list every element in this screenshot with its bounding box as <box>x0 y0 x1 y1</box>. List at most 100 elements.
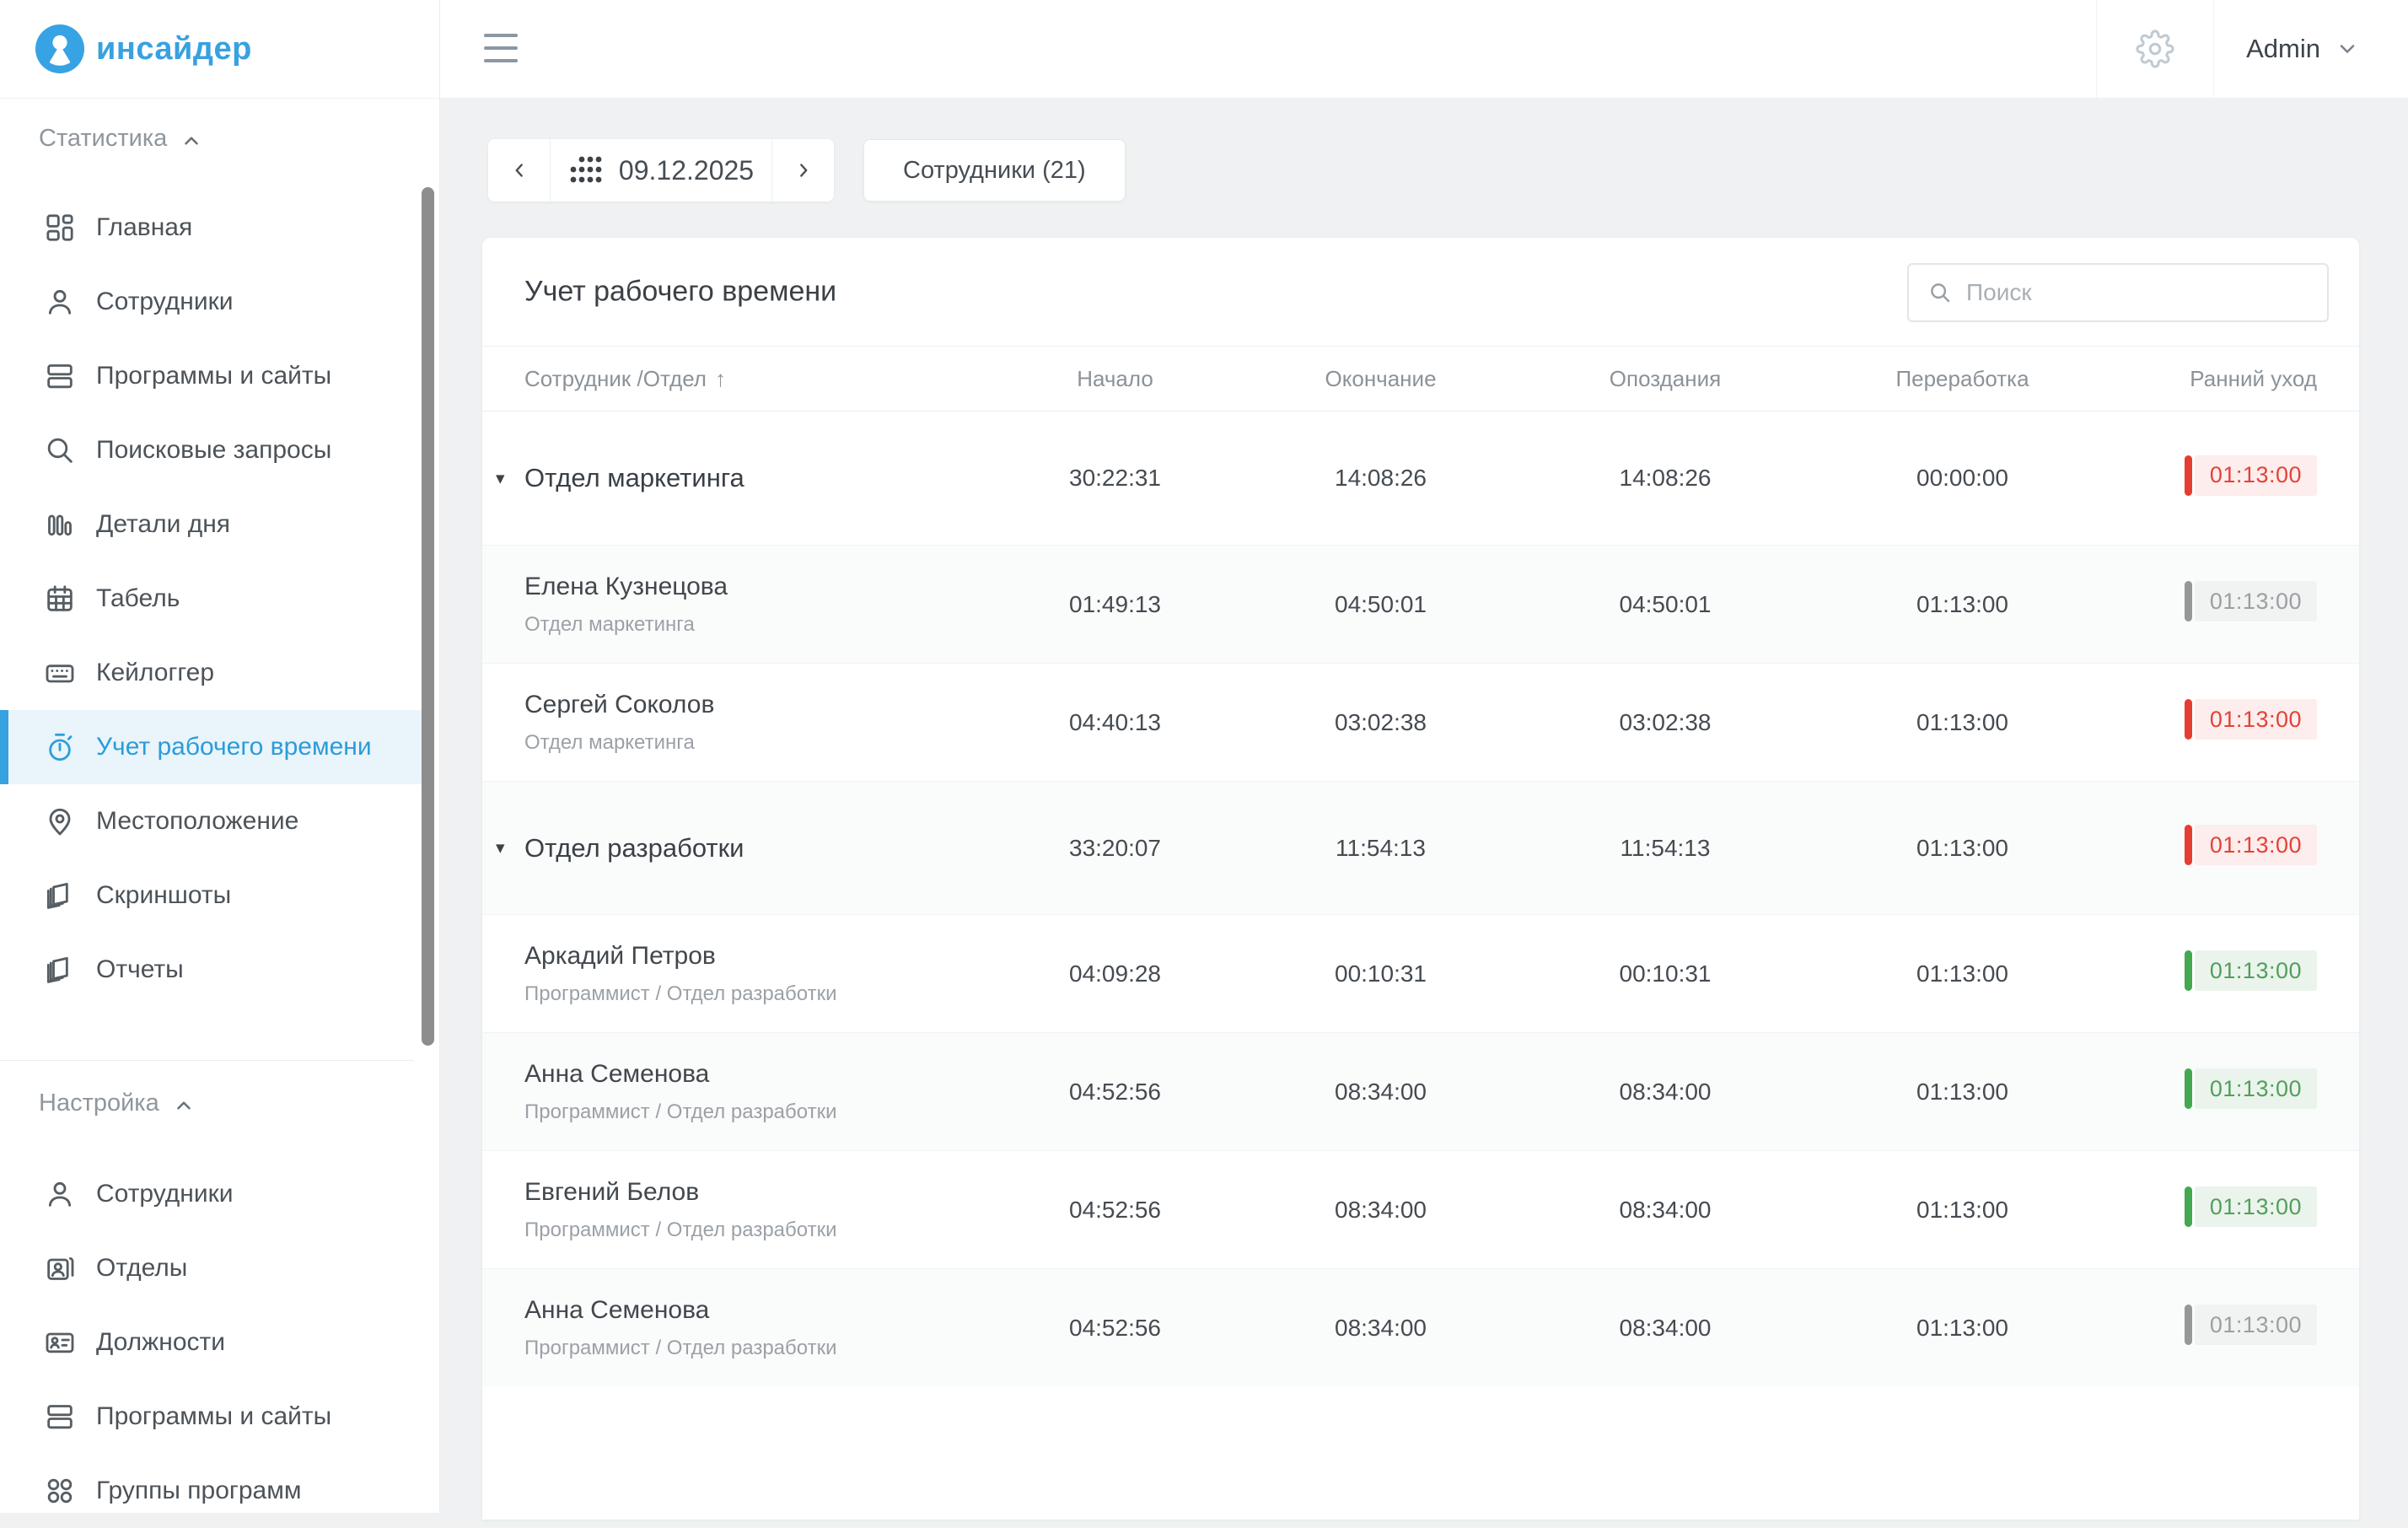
chevron-right-icon <box>793 159 814 181</box>
column-header-end[interactable]: Окончание <box>1325 366 1436 392</box>
overtime: 00:00:00 <box>1916 465 2008 492</box>
search-icon <box>1927 280 1953 305</box>
overtime: 01:13:00 <box>1916 1197 2008 1224</box>
start-time: 04:09:28 <box>1069 960 1161 987</box>
sidebar-item-search-queries[interactable]: Поисковые запросы <box>0 413 425 487</box>
end-time: 08:34:00 <box>1335 1079 1427 1106</box>
apps-rows-icon <box>42 1399 78 1434</box>
menu-icon[interactable] <box>484 34 518 62</box>
sort-asc-icon: ↑ <box>715 366 726 391</box>
brand[interactable]: инсайдер <box>0 0 439 99</box>
date-next-button[interactable] <box>771 139 834 202</box>
end-time: 03:02:38 <box>1335 709 1427 736</box>
sidebar-item-keylogger[interactable]: Кейлоггер <box>0 636 425 710</box>
column-header-overtime[interactable]: Переработка <box>1895 366 2029 392</box>
sidebar-item-settings-programs[interactable]: Программы и сайты <box>0 1380 425 1454</box>
start-time: 04:52:56 <box>1069 1315 1161 1342</box>
sidebar-item-departments[interactable]: Отделы <box>0 1231 425 1305</box>
early-leave-badge: 01:13:00 <box>2185 950 2317 991</box>
end-time: 00:10:31 <box>1335 960 1427 987</box>
sidebar-item-employees[interactable]: Сотрудники <box>0 265 425 339</box>
keyboard-icon <box>42 655 78 691</box>
screenshots-layers-icon <box>42 878 78 913</box>
early-leave-badge: 01:13:00 <box>2185 1186 2317 1227</box>
overtime: 01:13:00 <box>1916 835 2008 862</box>
overtime: 01:13:00 <box>1916 1079 2008 1106</box>
late-time: 03:02:38 <box>1620 709 1712 736</box>
table-row[interactable]: Анна СеменоваПрограммист / Отдел разрабо… <box>482 1032 2359 1150</box>
table-row[interactable]: Елена КузнецоваОтдел маркетинга 01:49:13… <box>482 545 2359 663</box>
person-icon <box>42 284 78 320</box>
table-body: ▾Отдел маркетинга 30:22:31 14:08:26 14:0… <box>482 412 2359 1386</box>
date-navigator: 09.12.2025 <box>488 139 834 202</box>
start-time: 04:52:56 <box>1069 1197 1161 1224</box>
user-name: Admin <box>2246 34 2320 64</box>
column-header-start[interactable]: Начало <box>1077 366 1153 392</box>
overtime: 01:13:00 <box>1916 1315 2008 1342</box>
overtime: 01:13:00 <box>1916 709 2008 736</box>
sidebar-item-program-groups[interactable]: Группы программ <box>0 1454 425 1528</box>
reports-layers-icon <box>42 952 78 987</box>
column-header-employee[interactable]: Сотрудник /Отдел↑ <box>524 366 986 392</box>
end-time: 08:34:00 <box>1335 1315 1427 1342</box>
search-box <box>1907 263 2329 322</box>
page-title: Учет рабочего времени <box>524 276 836 309</box>
calendar-icon <box>42 581 78 616</box>
sidebar-item-positions[interactable]: Должности <box>0 1305 425 1380</box>
table-row[interactable]: Анна СеменоваПрограммист / Отдел разрабо… <box>482 1268 2359 1386</box>
sidebar-item-day-details[interactable]: Детали дня <box>0 487 425 562</box>
collapse-caret-icon[interactable]: ▾ <box>496 837 524 858</box>
dashboard-icon <box>42 210 78 245</box>
table-row-group[interactable]: ▾Отдел разработки 33:20:07 11:54:13 11:5… <box>482 781 2359 914</box>
sidebar-item-time-tracking[interactable]: Учет рабочего времени <box>0 710 425 784</box>
sidebar-item-settings-employees[interactable]: Сотрудники <box>0 1157 425 1231</box>
toolbar: 09.12.2025 Сотрудники (21) <box>440 139 2408 202</box>
search-input[interactable] <box>1966 279 2309 306</box>
early-leave-badge: 01:13:00 <box>2185 581 2317 621</box>
settings-button[interactable] <box>2097 0 2213 98</box>
sidebar-item-main[interactable]: Главная <box>0 191 425 265</box>
current-date: 09.12.2025 <box>619 155 754 186</box>
sidebar-scrollbar[interactable] <box>422 187 434 1046</box>
end-time: 11:54:13 <box>1336 835 1426 862</box>
sidebar-item-programs-sites[interactable]: Программы и сайты <box>0 339 425 413</box>
early-leave-badge: 01:13:00 <box>2185 825 2317 865</box>
chevron-up-icon <box>173 1095 195 1116</box>
sidebar: инсайдер Статистика Главная Сотрудники П… <box>0 0 440 1513</box>
table-row[interactable]: Сергей СоколовОтдел маркетинга 04:40:13 … <box>482 663 2359 781</box>
table-row-group[interactable]: ▾Отдел маркетинга 30:22:31 14:08:26 14:0… <box>482 412 2359 545</box>
time-tracking-card: Учет рабочего времени Сотрудник /Отдел↑ … <box>482 238 2359 1520</box>
column-header-late[interactable]: Опоздания <box>1610 366 1721 392</box>
date-prev-button[interactable] <box>488 139 551 202</box>
late-time: 08:34:00 <box>1620 1315 1712 1342</box>
user-menu[interactable]: Admin <box>2214 0 2408 98</box>
early-leave-badge: 01:13:00 <box>2185 455 2317 496</box>
date-picker[interactable]: 09.12.2025 <box>551 139 771 202</box>
sidebar-item-timesheet[interactable]: Табель <box>0 562 425 636</box>
late-time: 14:08:26 <box>1620 465 1712 492</box>
late-time: 04:50:01 <box>1620 591 1712 618</box>
end-time: 08:34:00 <box>1335 1197 1427 1224</box>
employees-tab[interactable]: Сотрудники (21) <box>863 139 1126 202</box>
sidebar-section-statistics[interactable]: Статистика <box>0 125 439 153</box>
column-header-early-leave[interactable]: Ранний уход <box>2190 366 2317 392</box>
early-leave-badge: 01:13:00 <box>2185 1068 2317 1109</box>
sidebar-item-location[interactable]: Местоположение <box>0 784 425 858</box>
collapse-caret-icon[interactable]: ▾ <box>496 468 524 489</box>
overtime: 01:13:00 <box>1916 591 2008 618</box>
department-card-icon <box>42 1251 78 1286</box>
table-row[interactable]: Аркадий ПетровПрограммист / Отдел разраб… <box>482 914 2359 1032</box>
late-time: 11:54:13 <box>1621 835 1711 862</box>
search-icon <box>42 433 78 468</box>
person-keyhole-icon <box>35 24 84 73</box>
late-time: 00:10:31 <box>1620 960 1712 987</box>
chevron-up-icon <box>180 130 202 152</box>
chevron-left-icon <box>508 159 530 181</box>
sidebar-item-reports[interactable]: Отчеты <box>0 933 425 1007</box>
apps-rows-icon <box>42 358 78 394</box>
end-time: 04:50:01 <box>1335 591 1427 618</box>
sidebar-section-settings[interactable]: Настройка <box>0 1090 439 1117</box>
end-time: 14:08:26 <box>1335 465 1427 492</box>
sidebar-item-screenshots[interactable]: Скриншоты <box>0 858 425 933</box>
table-row[interactable]: Евгений БеловПрограммист / Отдел разрабо… <box>482 1150 2359 1268</box>
